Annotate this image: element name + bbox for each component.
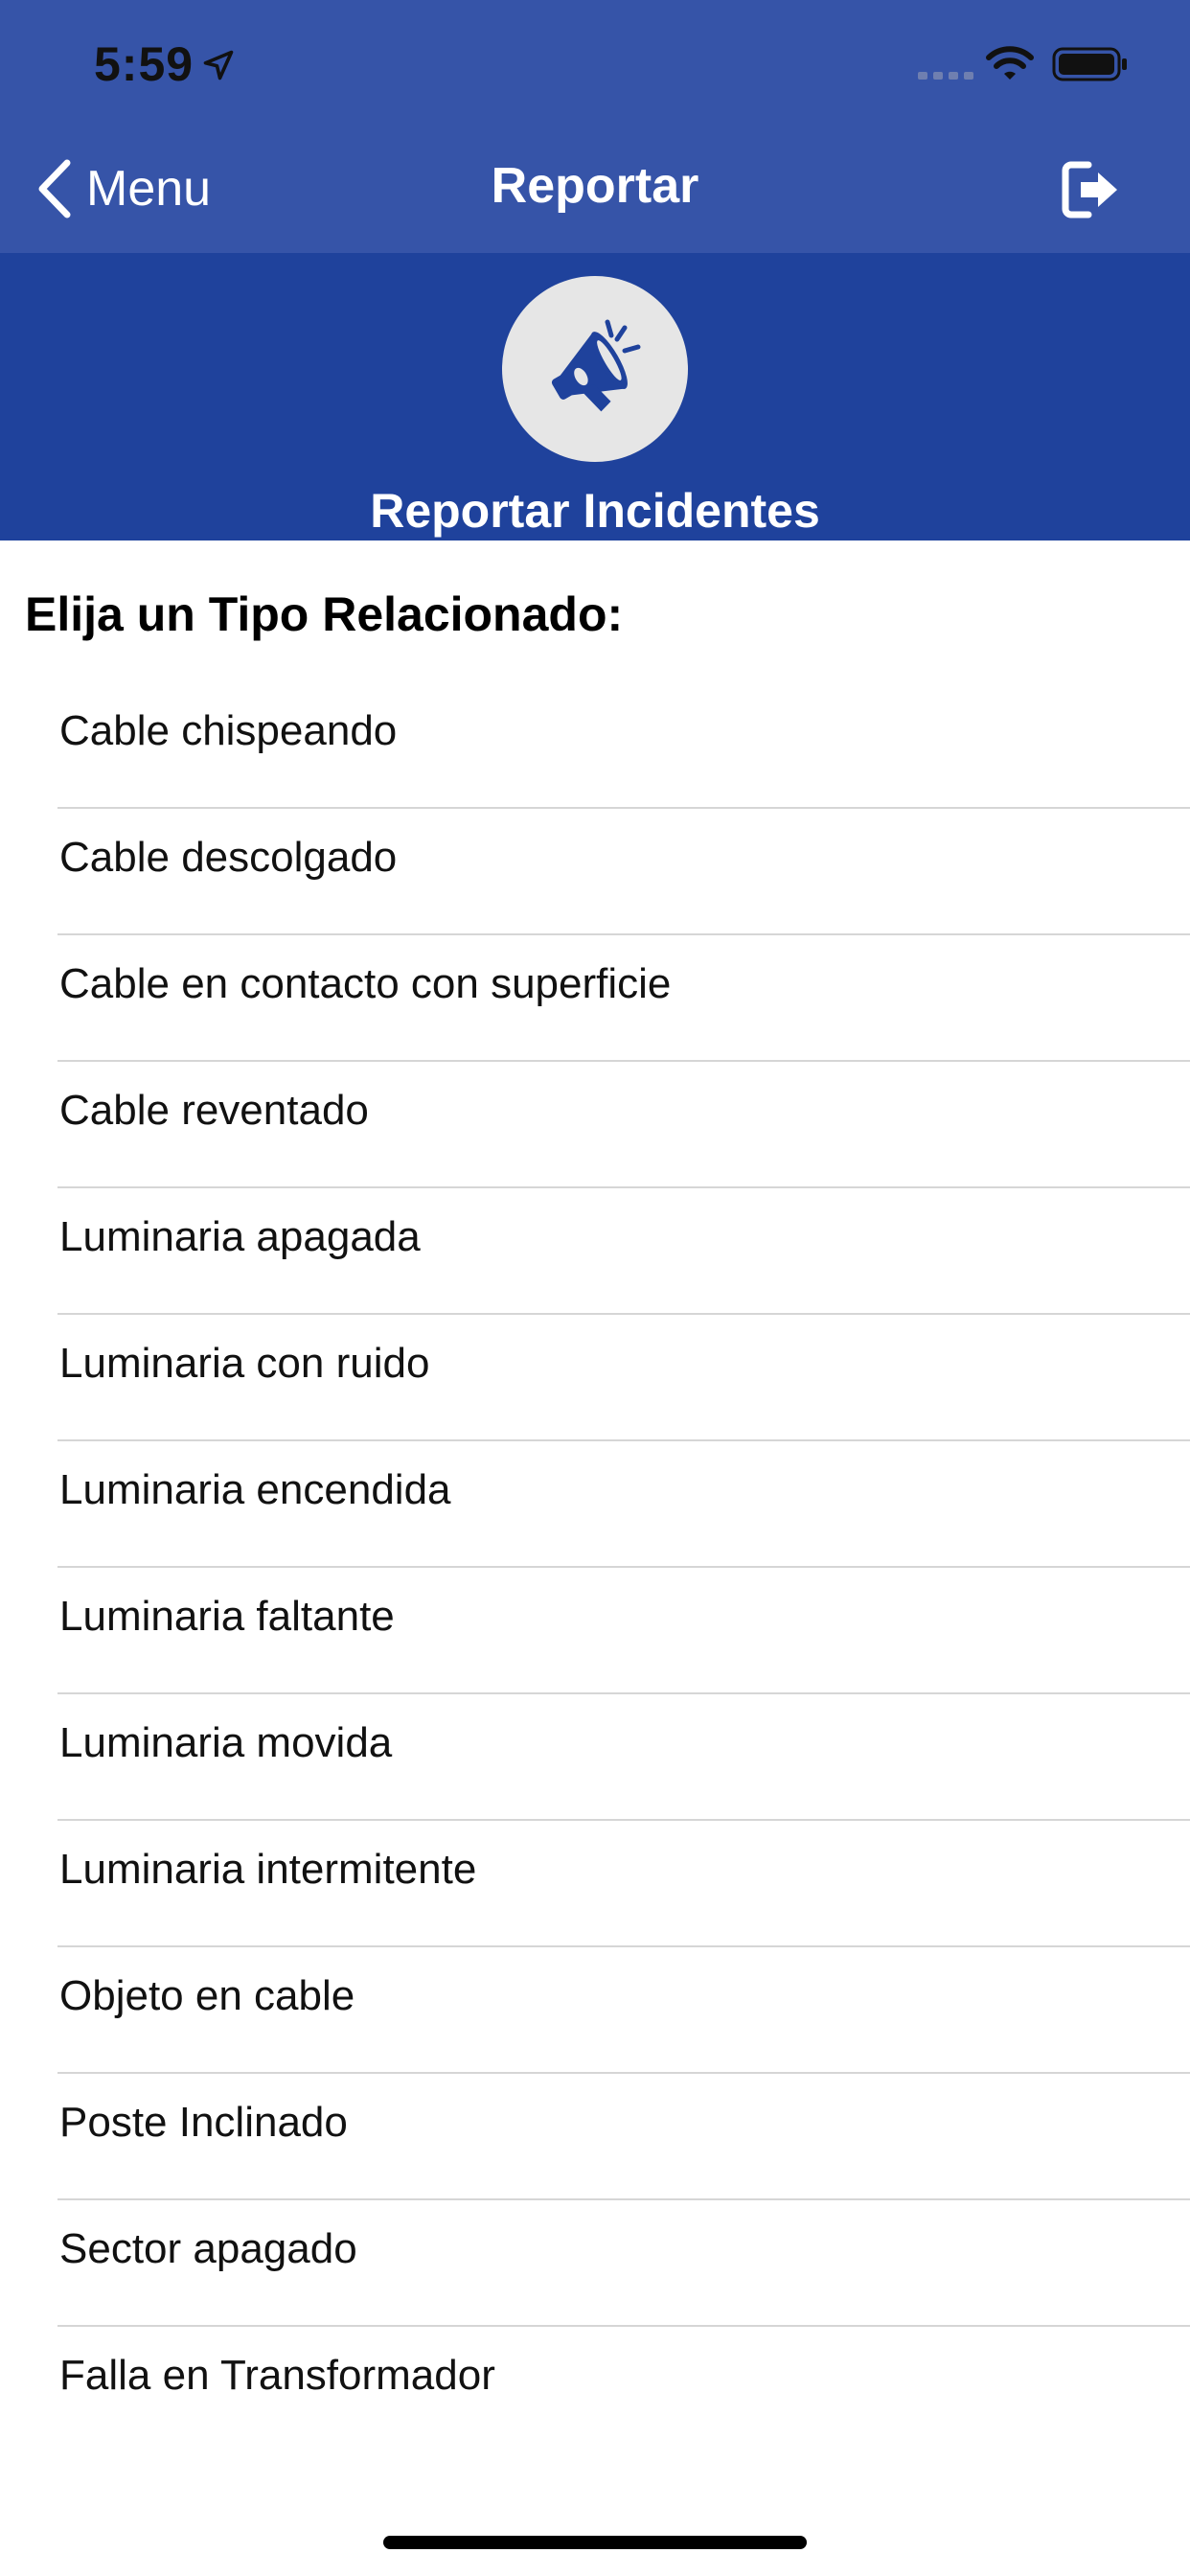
list-item-label: Poste Inclinado <box>59 2099 348 2146</box>
hero-title: Reportar Incidentes <box>370 484 820 538</box>
list-item-label: Luminaria movida <box>59 1719 393 1766</box>
home-indicator[interactable] <box>383 2536 807 2549</box>
list-item[interactable]: Luminaria encendida <box>0 1441 1190 1568</box>
list-item-label: Luminaria apagada <box>59 1213 421 1260</box>
list-item[interactable]: Luminaria faltante <box>0 1568 1190 1694</box>
list-item-label: Cable reventado <box>59 1087 369 1134</box>
wifi-icon <box>986 46 1034 80</box>
report-screen: 5:59 Menu Reportar Reportar Incidentes E… <box>0 0 1190 2576</box>
list-item[interactable]: Luminaria apagada <box>0 1188 1190 1315</box>
list-item-label: Luminaria encendida <box>59 1466 451 1513</box>
list-item-label: Falla en Transformador <box>59 2352 495 2399</box>
cellular-signal-icon <box>918 72 973 80</box>
list-item-label: Luminaria intermitente <box>59 1846 477 1893</box>
navigation-bar: 5:59 Menu Reportar <box>0 0 1190 253</box>
location-arrow-icon <box>203 50 234 80</box>
list-item-label: Cable en contacto con superficie <box>59 960 672 1007</box>
list-item-label: Luminaria con ruido <box>59 1340 430 1387</box>
page-title: Reportar <box>491 158 699 214</box>
list-item[interactable]: Objeto en cable <box>0 1947 1190 2074</box>
list-item[interactable]: Cable reventado <box>0 1062 1190 1188</box>
hero-banner: Reportar Incidentes <box>0 253 1190 540</box>
list-item[interactable]: Sector apagado <box>0 2200 1190 2327</box>
section-heading: Elija un Tipo Relacionado: <box>25 587 624 641</box>
list-item[interactable]: Luminaria con ruido <box>0 1315 1190 1441</box>
list-item[interactable]: Poste Inclinado <box>0 2074 1190 2200</box>
list-item-label: Sector apagado <box>59 2225 357 2272</box>
logout-icon[interactable] <box>1060 159 1121 220</box>
incident-type-list: Cable chispeando Cable descolgado Cable en… <box>0 682 1190 2453</box>
list-item[interactable]: Cable descolgado <box>0 809 1190 935</box>
hero-icon-circle <box>502 276 688 462</box>
list-item-label: Luminaria faltante <box>59 1593 395 1640</box>
list-item[interactable]: Falla en Transformador <box>0 2327 1190 2453</box>
battery-icon <box>1052 47 1127 81</box>
list-item[interactable]: Cable chispeando <box>0 682 1190 809</box>
status-time: 5:59 <box>94 37 195 91</box>
list-item[interactable]: Cable en contacto con superficie <box>0 935 1190 1062</box>
list-item-label: Objeto en cable <box>59 1972 355 2019</box>
megaphone-icon <box>551 319 641 412</box>
list-item[interactable]: Luminaria intermitente <box>0 1821 1190 1947</box>
list-item[interactable]: Luminaria movida <box>0 1694 1190 1821</box>
list-item-label: Cable chispeando <box>59 707 398 754</box>
list-item-label: Cable descolgado <box>59 834 398 881</box>
